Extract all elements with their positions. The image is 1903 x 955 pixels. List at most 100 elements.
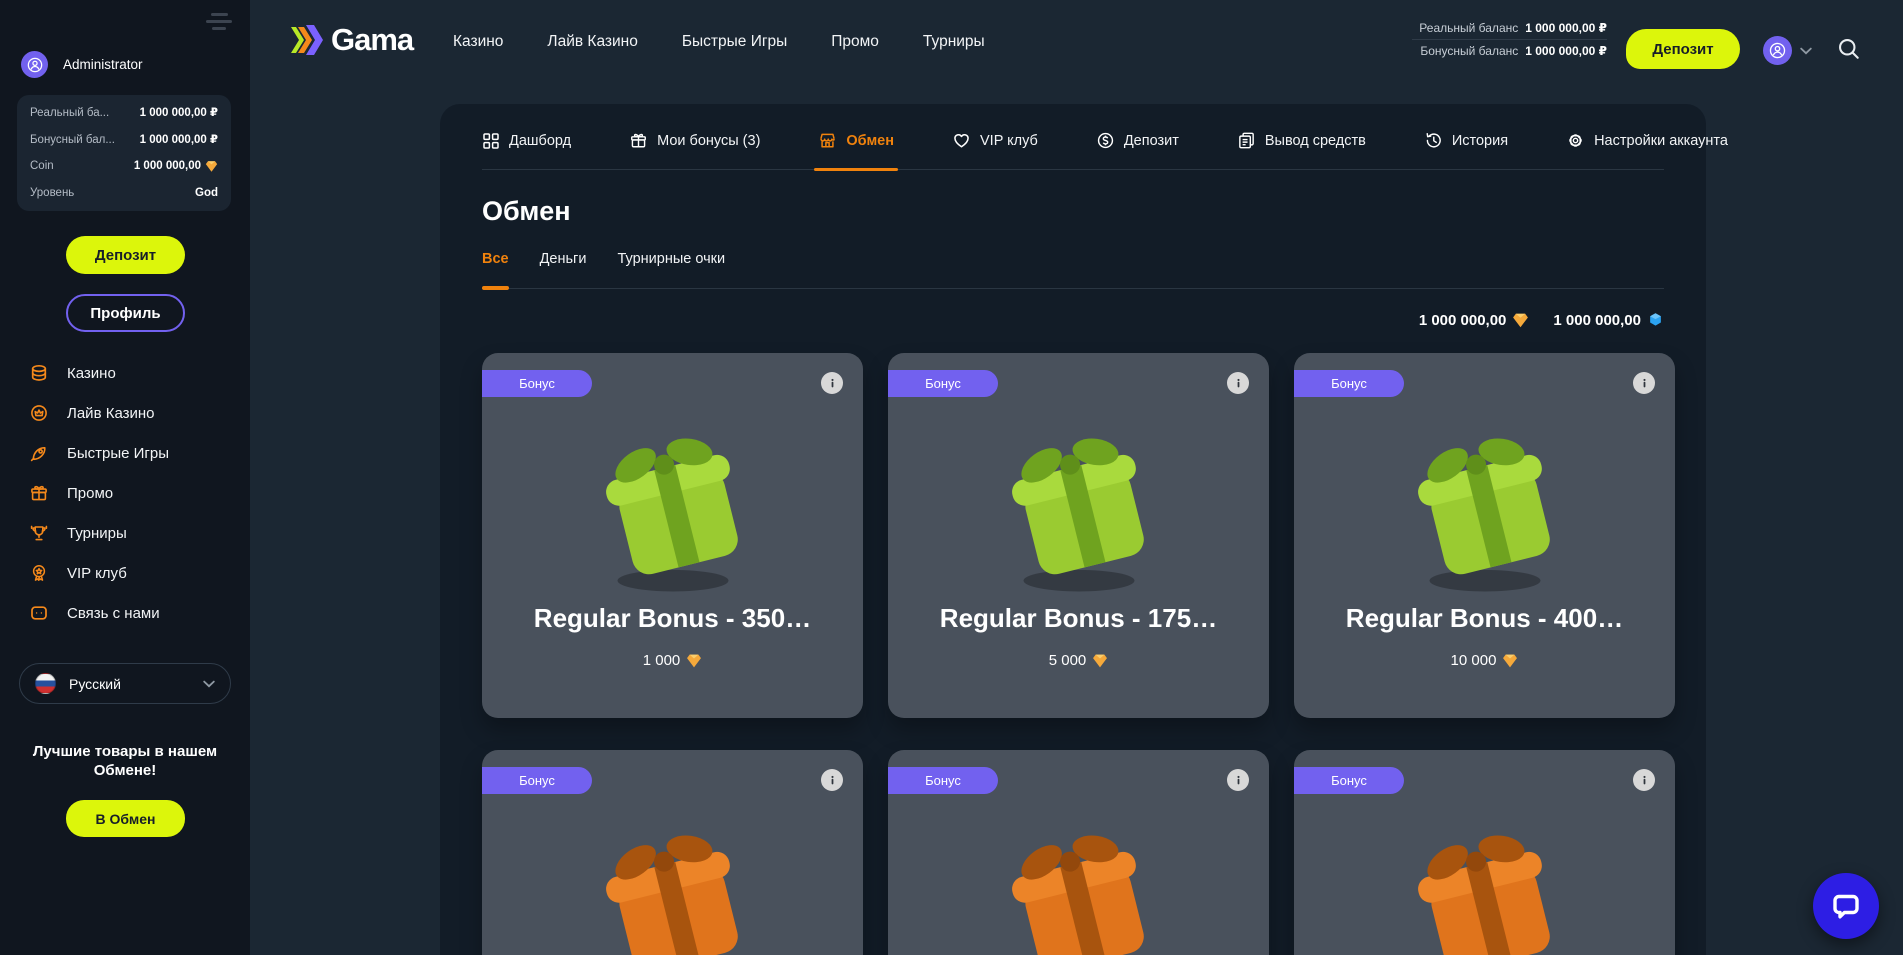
balance-value: 1 000 000,00 (134, 159, 218, 173)
header-nav-fast-games[interactable]: Быстрые Игры (682, 33, 787, 51)
go-to-shop-button[interactable]: В Обмен (66, 800, 185, 837)
orange-gem-icon (686, 653, 702, 669)
info-button[interactable] (1633, 769, 1655, 791)
orange-gem-icon (1512, 312, 1529, 329)
menu-icon[interactable] (204, 13, 234, 35)
logo[interactable]: Gama (289, 22, 413, 58)
bonus-card[interactable]: Бонус (482, 750, 863, 955)
heart-icon (952, 131, 971, 150)
header-bonus-balance: Бонусный баланс 1 000 000,00 ₽ (1412, 40, 1607, 62)
header-nav: Казино Лайв Казино Быстрые Игры Промо Ту… (453, 0, 985, 83)
search-button[interactable] (1837, 37, 1863, 63)
info-button[interactable] (821, 372, 843, 394)
balance-row-coin: Coin 1 000 000,00 (30, 159, 218, 173)
tab-label: Обмен (846, 133, 894, 149)
info-icon (826, 377, 839, 390)
gift-box-image (979, 805, 1179, 955)
balance-value: 1 000 000,00 ₽ (1525, 21, 1607, 35)
gift-box-image (573, 805, 773, 955)
info-button[interactable] (1227, 372, 1249, 394)
header-nav-tournaments[interactable]: Турниры (923, 33, 985, 51)
gift-box-image (979, 408, 1179, 593)
header-real-balance: Реальный баланс 1 000 000,00 ₽ (1412, 17, 1607, 40)
rocket-icon (29, 443, 49, 463)
crown-circle-icon (29, 403, 49, 423)
language-selector[interactable]: Русский (19, 663, 231, 704)
sidebar-item-contact-us[interactable]: Связь с нами (29, 593, 240, 633)
header-nav-casino[interactable]: Казино (453, 33, 503, 51)
language-label: Русский (69, 676, 190, 692)
sidebar-item-casino[interactable]: Казино (29, 353, 240, 393)
sidebar-item-label: Казино (67, 365, 116, 382)
storefront-icon (818, 131, 837, 150)
dollar-coin-icon (1096, 131, 1115, 150)
sidebar-item-label: Турниры (67, 525, 127, 542)
user-icon (1768, 41, 1787, 60)
bonus-title: Regular Bonus - 350… (482, 603, 863, 634)
balance-row-bonus: Бонусный бал... 1 000 000,00 ₽ (30, 133, 218, 147)
sidebar-promo-text: Лучшие товары в нашем Обмене! (8, 742, 242, 780)
bonus-card[interactable]: Бонус (1294, 750, 1675, 955)
sidebar-item-fast-games[interactable]: Быстрые Игры (29, 433, 240, 473)
bonus-badge: Бонус (888, 370, 998, 397)
header-nav-promo[interactable]: Промо (831, 33, 879, 51)
info-button[interactable] (1633, 372, 1655, 394)
orange-gem-icon (205, 160, 218, 173)
info-icon (1638, 377, 1651, 390)
orange-gem-icon (1092, 653, 1108, 669)
sidebar-user: Administrator (21, 51, 143, 78)
info-button[interactable] (1227, 769, 1249, 791)
sidebar-profile-button[interactable]: Профиль (66, 294, 185, 332)
balance-value: 1 000 000,00 ₽ (1525, 44, 1607, 58)
header-deposit-button[interactable]: Депозит (1626, 29, 1740, 69)
live-chat-button[interactable] (1813, 873, 1879, 939)
logo-text: Gama (331, 22, 413, 58)
gift-box-image (1385, 408, 1585, 593)
tab-history[interactable]: История (1424, 112, 1508, 169)
sidebar-item-tournaments[interactable]: Турниры (29, 513, 240, 553)
header-nav-live-casino[interactable]: Лайв Казино (547, 33, 637, 51)
tab-withdrawal[interactable]: Вывод средств (1237, 112, 1366, 169)
logo-chevrons-icon (289, 23, 325, 57)
bonus-cards-grid: Бонус Regular Bonus - 350… (482, 353, 1664, 955)
blue-gem-icon (1647, 312, 1664, 329)
balance-value: God (195, 186, 218, 200)
sidebar-item-live-casino[interactable]: Лайв Казино (29, 393, 240, 433)
sidebar-deposit-button[interactable]: Депозит (66, 236, 185, 274)
tab-account-settings[interactable]: Настройки аккаунта (1566, 112, 1728, 169)
tab-vip-club[interactable]: VIP клуб (952, 112, 1038, 169)
bonus-badge: Бонус (482, 767, 592, 794)
account-menu[interactable] (1763, 36, 1812, 65)
subtab-all[interactable]: Все (482, 251, 509, 267)
bonus-card[interactable]: Бонус Regular Bonus - 175… (888, 353, 1269, 718)
sidebar-item-label: Промо (67, 485, 113, 502)
top-header: Gama Казино Лайв Казино Быстрые Игры Про… (250, 0, 1903, 83)
bonus-price: 1 000 (482, 652, 863, 669)
tab-exchange[interactable]: Обмен (818, 112, 894, 169)
banknotes-icon (1237, 131, 1256, 150)
wallet-balances: 1 000 000,00 1 000 000,00 (482, 312, 1664, 329)
chevron-down-icon (203, 680, 215, 688)
sidebar-item-vip-club[interactable]: VIP клуб (29, 553, 240, 593)
sidebar-item-promo[interactable]: Промо (29, 473, 240, 513)
subtab-tournament-points[interactable]: Турнирные очки (617, 251, 725, 267)
tab-deposit[interactable]: Депозит (1096, 112, 1179, 169)
bonus-card[interactable]: Бонус (888, 750, 1269, 955)
bonus-card[interactable]: Бонус Regular Bonus - 400… (1294, 353, 1675, 718)
sidebar-item-label: Быстрые Игры (67, 445, 169, 462)
tab-dashboard[interactable]: Дашборд (482, 112, 571, 169)
account-panel: Дашборд Мои бонусы (3) Обмен VIP клуб (440, 104, 1706, 955)
page-title: Обмен (482, 196, 1664, 227)
exchange-filter-tabs: Все Деньги Турнирные очки (482, 251, 1664, 289)
tab-label: Дашборд (509, 133, 571, 149)
tab-label: Вывод средств (1265, 133, 1366, 149)
bonus-price: 10 000 (1294, 652, 1675, 669)
tab-my-bonuses[interactable]: Мои бонусы (3) (629, 112, 760, 169)
subtab-money[interactable]: Деньги (540, 251, 587, 267)
vip-badge-icon (29, 563, 49, 583)
info-button[interactable] (821, 769, 843, 791)
sidebar-balance-box: Реальный ба... 1 000 000,00 ₽ Бонусный б… (17, 95, 231, 211)
bonus-badge: Бонус (888, 767, 998, 794)
wallet-coin-balance: 1 000 000,00 (1419, 312, 1530, 329)
bonus-card[interactable]: Бонус Regular Bonus - 350… (482, 353, 863, 718)
